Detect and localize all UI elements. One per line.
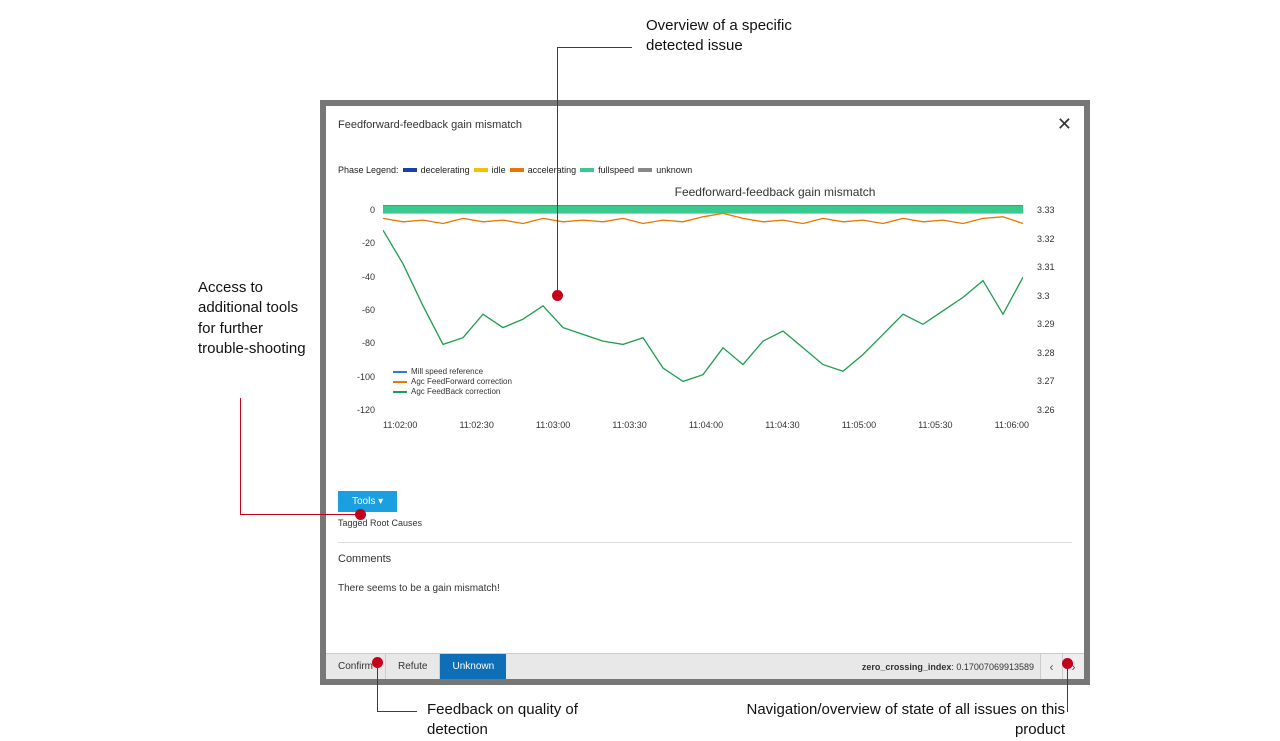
issue-detail-modal: Feedforward-feedback gain mismatch ✕ Pha…	[320, 100, 1090, 685]
callout-line	[1067, 663, 1068, 712]
unknown-button[interactable]: Unknown	[440, 654, 506, 679]
x-tick: 11:03:00	[536, 420, 570, 430]
y-right-tick: 3.28	[1037, 348, 1065, 358]
metric-value: 0.17007069913589	[956, 662, 1034, 672]
callout-line	[557, 48, 558, 295]
callout-dot	[372, 657, 383, 668]
y-left-tick: -60	[345, 305, 375, 315]
x-tick: 11:03:30	[612, 420, 646, 430]
y-left-tick: -20	[345, 238, 375, 248]
phase-decelerating: decelerating	[421, 165, 470, 175]
close-icon[interactable]: ✕	[1057, 114, 1072, 135]
comment-text: There seems to be a gain mismatch!	[338, 583, 1072, 594]
x-tick: 11:06:00	[995, 420, 1029, 430]
x-tick: 11:05:30	[918, 420, 952, 430]
swatch-accelerating	[510, 168, 524, 172]
chart: 0 -20 -40 -60 -80 -100 -120 3.33 3.32 3.31 3.3 3.2…	[345, 205, 1065, 455]
series-line	[383, 213, 1023, 223]
callout-line	[240, 398, 241, 515]
y-right-tick: 3.29	[1037, 319, 1065, 329]
phase-idle: idle	[492, 165, 506, 175]
callout-line	[557, 47, 632, 48]
x-tick: 11:04:30	[765, 420, 799, 430]
y-left-tick: 0	[345, 205, 375, 215]
y-right-tick: 3.3	[1037, 291, 1065, 301]
tagged-root-causes-label: Tagged Root Causes	[338, 518, 1072, 528]
metric-label: zero_crossing_index	[862, 662, 952, 672]
x-tick: 11:02:00	[383, 420, 417, 430]
metric-readout: zero_crossing_index: 0.17007069913589	[862, 662, 1040, 672]
prev-issue-button[interactable]: ‹	[1040, 654, 1062, 679]
callout-dot	[552, 290, 563, 301]
y-right-tick: 3.33	[1037, 205, 1065, 215]
swatch-unknown	[638, 168, 652, 172]
y-right-tick: 3.27	[1037, 376, 1065, 386]
y-left-tick: -120	[345, 405, 375, 415]
refute-button[interactable]: Refute	[386, 654, 440, 679]
tools-button[interactable]: Tools ▾	[338, 491, 397, 512]
callout-line	[377, 711, 417, 712]
swatch-idle	[474, 168, 488, 172]
y-axis-left: 0 -20 -40 -60 -80 -100 -120	[345, 205, 379, 415]
legend-entry: Agc FeedForward correction	[393, 377, 512, 386]
chart-title: Feedforward-feedback gain mismatch	[338, 185, 1072, 199]
series-line	[383, 230, 1023, 381]
series-legend: Mill speed referenceAgc FeedForward corr…	[393, 367, 512, 397]
phase-legend: Phase Legend: decelerating idle accelera…	[338, 165, 1072, 175]
phase-band	[383, 205, 1023, 213]
x-axis-ticks: 11:02:00 11:02:30 11:03:00 11:03:30 11:04:00…	[383, 420, 1029, 430]
swatch-decelerating	[403, 168, 417, 172]
y-axis-right: 3.33 3.32 3.31 3.3 3.29 3.28 3.27 3.26	[1033, 205, 1065, 415]
x-tick: 11:02:30	[459, 420, 493, 430]
legend-swatch	[393, 371, 407, 373]
x-tick: 11:05:00	[842, 420, 876, 430]
y-left-tick: -80	[345, 338, 375, 348]
callout-dot	[355, 509, 366, 520]
y-left-tick: -40	[345, 272, 375, 282]
phase-accelerating: accelerating	[528, 165, 577, 175]
modal-header: Feedforward-feedback gain mismatch ✕	[326, 106, 1084, 139]
callout-line	[377, 662, 378, 712]
annotation-feedback: Feedback on quality of detection	[427, 700, 607, 741]
phase-fullspeed: fullspeed	[598, 165, 634, 175]
divider	[338, 542, 1072, 543]
annotation-navigation: Navigation/overview of state of all issu…	[745, 700, 1065, 741]
legend-label: Agc FeedForward correction	[411, 377, 512, 386]
legend-entry: Mill speed reference	[393, 367, 512, 376]
y-left-tick: -100	[345, 372, 375, 382]
swatch-fullspeed	[580, 168, 594, 172]
annotation-overview: Overview of a specific detected issue	[646, 16, 836, 57]
modal-body: Phase Legend: decelerating idle accelera…	[326, 139, 1084, 653]
phase-legend-label: Phase Legend:	[338, 165, 399, 175]
legend-swatch	[393, 391, 407, 393]
y-right-tick: 3.32	[1037, 234, 1065, 244]
legend-label: Agc FeedBack correction	[411, 387, 500, 396]
legend-label: Mill speed reference	[411, 367, 483, 376]
phase-unknown: unknown	[656, 165, 692, 175]
y-right-tick: 3.31	[1037, 262, 1065, 272]
modal-title: Feedforward-feedback gain mismatch	[338, 119, 522, 131]
legend-swatch	[393, 381, 407, 383]
callout-dot	[1062, 658, 1073, 669]
modal-footer: Confirm Refute Unknown zero_crossing_ind…	[326, 653, 1084, 679]
y-right-tick: 3.26	[1037, 405, 1065, 415]
legend-entry: Agc FeedBack correction	[393, 387, 512, 396]
annotation-tools: Access to additional tools for further t…	[198, 278, 308, 359]
comments-header: Comments	[338, 553, 1072, 565]
x-tick: 11:04:00	[689, 420, 723, 430]
callout-line	[240, 514, 355, 515]
